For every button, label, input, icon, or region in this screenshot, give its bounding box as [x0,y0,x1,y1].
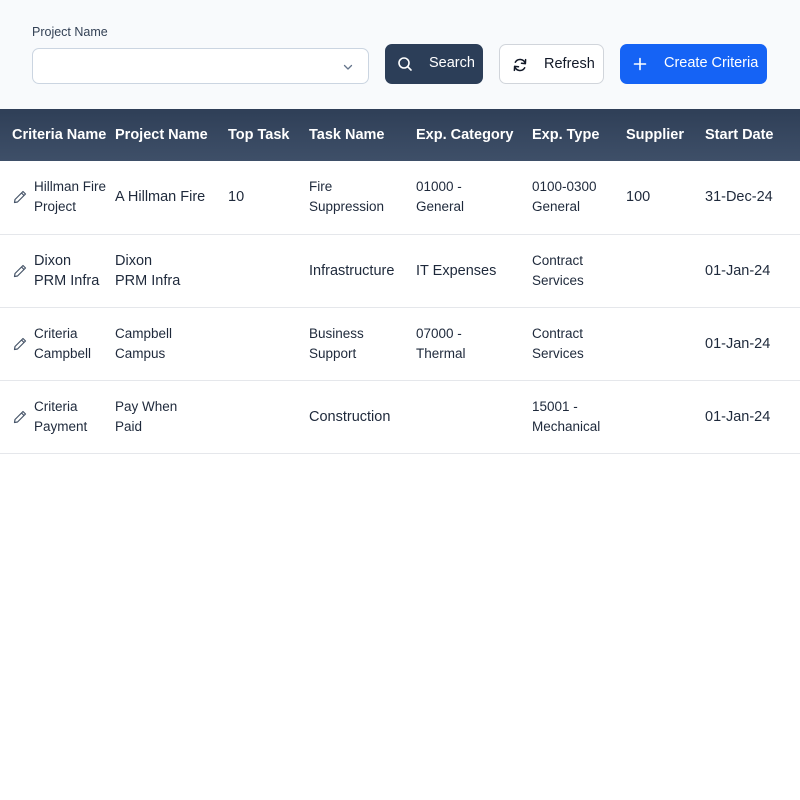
exp-category-cell: 07000 - Thermal [416,307,532,380]
project-name-cell: Dixon PRM Infra [115,234,228,307]
create-criteria-button[interactable]: Create Criteria [620,44,767,84]
criteria-name-line1: Hillman Fire [34,179,107,195]
exp-type-cell: 15001 - Mechanical [532,380,626,453]
criteria-name-cell: Hillman Fire Project [0,161,115,234]
plus-icon [633,57,647,71]
project-name-line2: Campus [115,345,166,361]
filter-bar: Project Name Search Refresh Create Crite… [0,0,800,109]
task-name-cell: Infrastructure [309,234,416,307]
project-name-line2: PRM Infra [115,272,181,289]
criteria-name-line2: PRM Infra [34,272,100,289]
project-name-label: Project Name [32,25,108,39]
top-task-cell [228,380,309,453]
project-name-line1: Dixon [115,252,153,269]
table-header-row: Criteria Name Project Name Top Task Task… [0,109,800,161]
task-name-line1: Fire [309,179,333,195]
task-name-line2: Suppression [309,199,385,215]
supplier-cell [626,307,705,380]
criteria-name-line1: Criteria [34,398,78,414]
column-header-supplier[interactable]: Supplier [626,109,705,161]
exp-type-line2: Services [532,272,584,288]
pencil-icon[interactable] [12,263,28,279]
table-row[interactable]: Criteria Campbell Campbell Campus Business… [0,307,800,380]
exp-type-line2: Services [532,345,584,361]
criteria-name-cell: Criteria Campbell [0,307,115,380]
search-icon [398,57,412,71]
criteria-name-line2: Project [34,199,77,215]
project-name-select[interactable] [32,48,369,84]
start-date-cell: 01-Jan-24 [705,408,771,425]
criteria-name-line1: Criteria [34,325,78,341]
criteria-name-cell: Dixon PRM Infra [0,234,115,307]
criteria-name-line2: Payment [34,418,88,434]
supplier-cell: 100 [626,189,651,206]
criteria-name-line1: Dixon [34,252,72,269]
column-header-top-task[interactable]: Top Task [228,109,309,161]
exp-type-cell: Contract Services [532,307,626,380]
supplier-cell [626,234,705,307]
exp-category-cell: 01000 - General [416,161,532,234]
task-name-cell: Construction [309,380,416,453]
top-task-cell [228,307,309,380]
task-name-cell: Fire Suppression [309,161,416,234]
column-header-exp-category[interactable]: Exp. Category [416,109,532,161]
chevron-down-icon [343,64,353,70]
table-row[interactable]: Dixon PRM Infra Dixon PRM Infra Infrastruc… [0,234,800,307]
search-button-label: Search [429,55,475,71]
start-date-cell: 01-Jan-24 [705,262,771,279]
exp-category-line1: 01000 - [416,179,462,195]
exp-type-line1: 0100-0300 [532,179,597,195]
refresh-button[interactable]: Refresh [499,44,604,84]
exp-category-cell [416,380,532,453]
column-header-exp-type[interactable]: Exp. Type [532,109,626,161]
exp-category-line2: Thermal [416,345,466,361]
project-name-line1: Pay When [115,398,178,414]
exp-category-line2: General [416,199,465,215]
task-name-line2: Support [309,345,357,361]
project-name-cell: Campbell Campus [115,307,228,380]
top-task-cell: 10 [228,189,245,206]
exp-type-line1: Contract [532,325,584,341]
table-row[interactable]: Hillman Fire Project A Hillman Fire 10 Fi… [0,161,800,234]
create-criteria-button-label: Create Criteria [664,55,759,71]
table-row[interactable]: Criteria Payment Pay When Paid Constructio… [0,380,800,453]
exp-type-line2: Mechanical [532,418,601,434]
exp-category-cell: IT Expenses [416,234,532,307]
supplier-cell [626,380,705,453]
project-name-line1: A Hillman Fire [115,189,206,206]
column-header-project-name[interactable]: Project Name [115,109,228,161]
exp-category-line1: 07000 - [416,325,462,341]
column-header-start-date[interactable]: Start Date [705,109,800,161]
column-header-task-name[interactable]: Task Name [309,109,416,161]
task-name-line1: Construction [309,408,391,425]
criteria-name-line2: Campbell [34,345,92,361]
pencil-icon[interactable] [12,336,28,352]
pencil-icon[interactable] [12,409,28,425]
task-name-line1: Infrastructure [309,262,395,279]
refresh-icon [513,58,527,72]
top-task-cell [228,234,309,307]
start-date-cell: 01-Jan-24 [705,335,771,352]
search-button[interactable]: Search [385,44,483,84]
project-name-line1: Campbell [115,325,173,341]
task-name-line1: Business [309,325,364,341]
exp-category-line1: IT Expenses [416,262,497,279]
criteria-table: Criteria Name Project Name Top Task Task… [0,109,800,454]
criteria-name-cell: Criteria Payment [0,380,115,453]
exp-type-line1: 15001 - [532,398,578,414]
start-date-cell: 31-Dec-24 [705,189,773,206]
exp-type-line2: General [532,199,581,215]
exp-type-cell: Contract Services [532,234,626,307]
exp-type-line1: Contract [532,252,584,268]
project-name-cell: A Hillman Fire [115,161,228,234]
task-name-cell: Business Support [309,307,416,380]
column-header-criteria-name[interactable]: Criteria Name [0,109,115,161]
exp-type-cell: 0100-0300 General [532,161,626,234]
project-name-cell: Pay When Paid [115,380,228,453]
project-name-line2: Paid [115,418,143,434]
pencil-icon[interactable] [12,189,28,205]
refresh-button-label: Refresh [544,56,595,72]
